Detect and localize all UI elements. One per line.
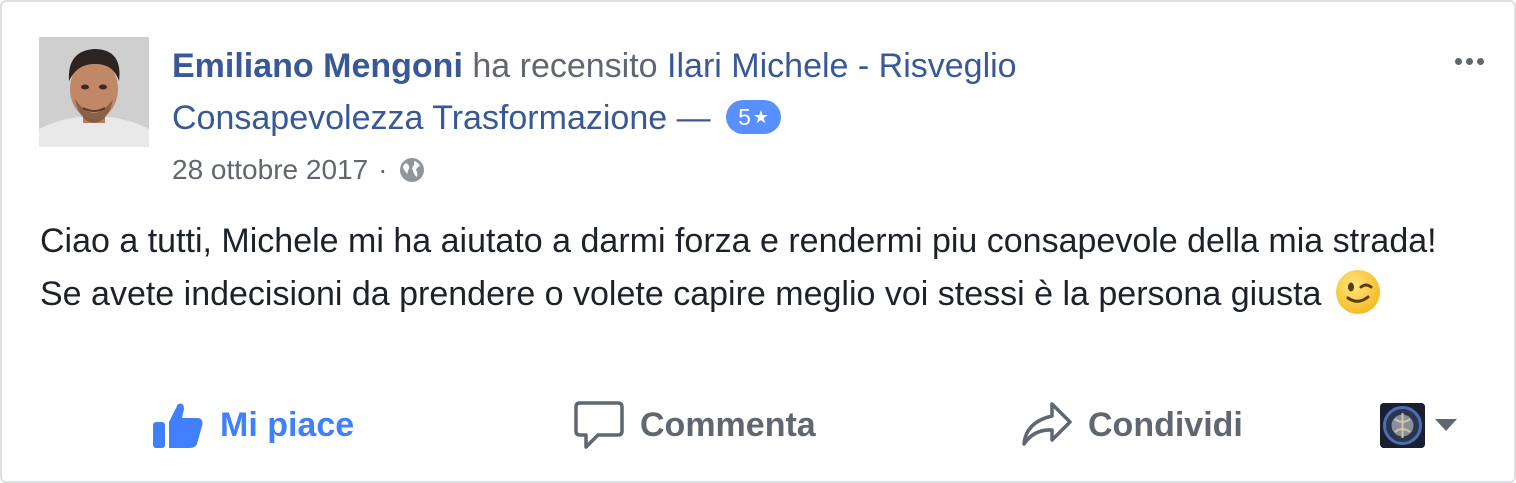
author-name-link[interactable]: Emiliano Mengoni xyxy=(172,47,463,85)
review-header: Emiliano Mengoni ha recensito Ilari Mich… xyxy=(172,40,1172,144)
rating-badge[interactable]: 5 ★ xyxy=(726,100,781,134)
review-text: Ciao a tutti, Michele mi ha aiutato a da… xyxy=(40,215,1460,321)
author-photo xyxy=(39,37,149,147)
review-body: Ciao a tutti, Michele mi ha aiutato a da… xyxy=(40,222,1437,313)
more-options-button[interactable] xyxy=(1444,46,1494,76)
comment-button[interactable]: Commenta xyxy=(572,387,816,463)
comment-label: Commenta xyxy=(640,405,816,444)
share-label: Condividi xyxy=(1088,405,1243,444)
more-dot-icon xyxy=(1465,57,1473,65)
star-icon: ★ xyxy=(752,107,769,127)
rating-value: 5 xyxy=(738,104,751,130)
thumbs-up-icon xyxy=(153,403,203,448)
share-button[interactable]: Condividi xyxy=(1020,387,1243,463)
action-text: ha recensito xyxy=(472,47,658,85)
dash-separator: — xyxy=(676,99,711,137)
comment-icon xyxy=(574,401,624,449)
meta-separator: · xyxy=(378,154,388,185)
author-avatar[interactable] xyxy=(39,37,149,147)
more-dot-icon xyxy=(1476,57,1484,65)
page-identity-selector[interactable] xyxy=(1380,401,1457,449)
chevron-down-icon xyxy=(1435,419,1457,431)
review-card: Emiliano Mengoni ha recensito Ilari Mich… xyxy=(0,0,1516,483)
globe-icon[interactable] xyxy=(398,156,426,184)
like-label: Mi piace xyxy=(220,405,355,444)
winking-face-emoji xyxy=(1335,269,1381,315)
like-button[interactable]: Mi piace xyxy=(150,387,354,463)
action-bar: Mi piace Commenta Condividi xyxy=(2,387,1516,463)
share-arrow-icon xyxy=(1022,402,1072,446)
post-date-link[interactable]: 28 ottobre 2017 xyxy=(172,154,368,186)
post-meta: 28 ottobre 2017 · xyxy=(172,152,426,188)
page-avatar xyxy=(1380,402,1425,448)
more-dot-icon xyxy=(1454,57,1462,65)
